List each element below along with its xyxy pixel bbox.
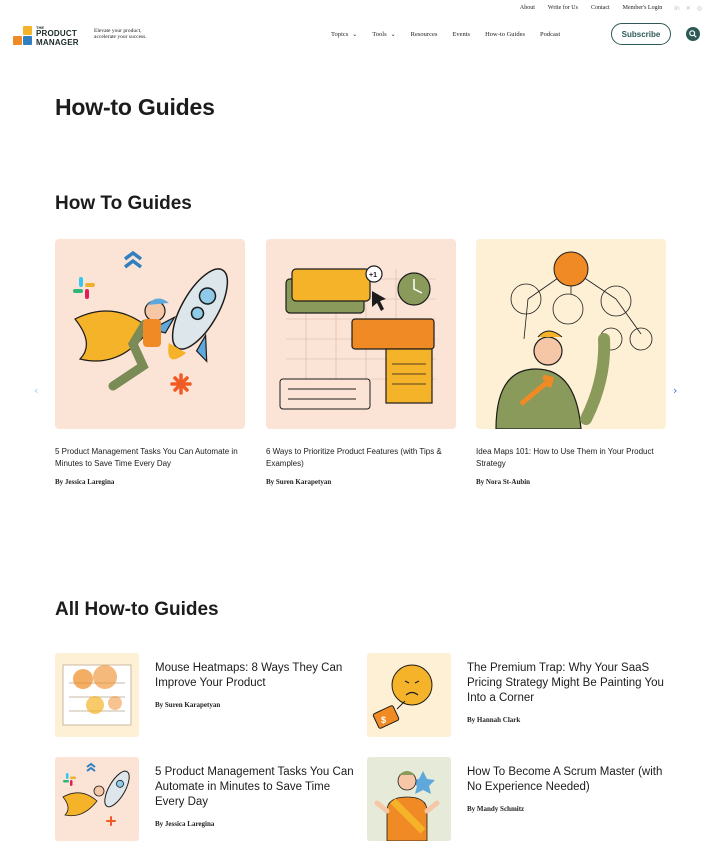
guide-title[interactable]: Mouse Heatmaps: 8 Ways They Can Improve … [155,661,355,691]
featured-card[interactable]: Idea Maps 101: How to Use Them in Your P… [476,239,666,486]
guide-author: By Jessica Laregina [155,820,215,828]
nav-events[interactable]: Events [452,31,470,38]
utility-link-contact[interactable]: Contact [591,5,610,11]
nav-howto[interactable]: How-to Guides [485,31,525,38]
utility-link-login[interactable]: Member's Login [623,5,663,11]
guide-list-item[interactable]: Mouse Heatmaps: 8 Ways They Can Improve … [55,653,355,737]
guide-title[interactable]: The Premium Trap: Why Your SaaS Pricing … [467,661,667,706]
site-header: THE PRODUCT MANAGER Elevate your product… [0,20,708,50]
main-nav: Topics ⌄ Tools ⌄ Resources Events How-to G… [331,31,575,38]
social-icons: in ✕ ◎ [674,5,702,12]
guide-author: By Hannah Clark [467,716,521,724]
card-illustration-idea-map [476,239,666,429]
plus-one-badge: +1 [369,272,377,279]
card-author: By Nora St-Aubin [476,478,531,486]
tagline: Elevate your product, accelerate your su… [94,28,147,40]
guide-author: By Suren Karapetyan [155,701,221,709]
nav-tools[interactable]: Tools ⌄ [372,31,395,38]
chevron-down-icon: ⌄ [352,32,358,38]
card-illustration-prioritize: +1 [266,239,456,429]
card-title[interactable]: Idea Maps 101: How to Use Them in Your P… [476,446,666,470]
chevron-down-icon: ⌄ [390,32,396,38]
featured-card[interactable]: 5 Product Management Tasks You Can Autom… [55,239,245,486]
card-author: By Jessica Laregina [55,478,115,486]
utility-link-write[interactable]: Write for Us [548,5,578,11]
search-button[interactable] [686,27,700,41]
utility-bar: About Write for Us Contact Member's Logi… [507,3,702,13]
site-logo[interactable]: THE PRODUCT MANAGER [13,23,79,49]
all-guides-heading: All How-to Guides [55,599,219,620]
utility-link-about[interactable]: About [520,5,535,11]
carousel-prev-arrow-icon[interactable]: ‹ [34,384,38,397]
featured-card[interactable]: +1 6 Ways to Prioritize Product Features… [266,239,456,486]
featured-heading: How To Guides [55,193,192,214]
card-title[interactable]: 5 Product Management Tasks You Can Autom… [55,446,245,470]
guide-thumbnail-premium-trap: $ [367,653,451,737]
instagram-icon[interactable]: ◎ [697,5,702,12]
x-icon[interactable]: ✕ [686,5,691,12]
svg-text:$: $ [381,715,386,725]
guide-list-item[interactable]: How To Become A Scrum Master (with No Ex… [367,757,667,841]
nav-topics[interactable]: Topics ⌄ [331,31,357,38]
guide-thumbnail-scrum-master [367,757,451,841]
search-icon [689,30,697,38]
guide-author: By Mandy Schmitz [467,805,525,813]
card-title[interactable]: 6 Ways to Prioritize Product Features (w… [266,446,456,470]
linkedin-icon[interactable]: in [674,5,679,12]
nav-resources[interactable]: Resources [411,31,438,38]
logo-mark-icon [13,26,33,49]
guide-thumbnail-heatmap [55,653,139,737]
guide-list-item[interactable]: $ The Premium Trap: Why Your SaaS Pricin… [367,653,667,737]
featured-carousel: ‹ › 5 Product Management Tasks You Can A… [0,239,708,509]
guide-list-item[interactable]: 5 Product Management Tasks You Can Autom… [55,757,355,841]
carousel-next-arrow-icon[interactable]: › [673,384,677,397]
guide-title[interactable]: 5 Product Management Tasks You Can Autom… [155,765,355,810]
guide-title[interactable]: How To Become A Scrum Master (with No Ex… [467,765,667,795]
logo-wordmark: THE PRODUCT MANAGER [36,25,79,47]
card-author: By Suren Karapetyan [266,478,332,486]
subscribe-button[interactable]: Subscribe [611,23,671,45]
card-illustration-rocket [55,239,245,429]
guide-thumbnail-rocket [55,757,139,841]
page-title: How-to Guides [55,94,215,120]
nav-podcast[interactable]: Podcast [540,31,560,38]
